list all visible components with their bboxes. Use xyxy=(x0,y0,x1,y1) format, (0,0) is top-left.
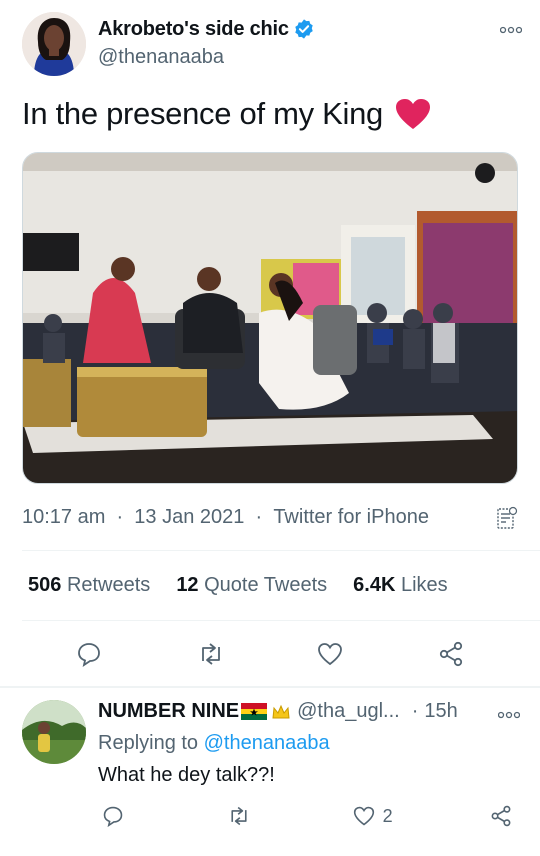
verified-badge-icon xyxy=(295,19,313,39)
divider xyxy=(22,550,540,551)
retweet-icon[interactable] xyxy=(197,640,225,668)
share-icon[interactable] xyxy=(438,640,466,668)
tweet-photo[interactable] xyxy=(22,152,518,484)
crown-icon xyxy=(272,704,290,718)
author-handle[interactable]: @thenanaaba xyxy=(98,46,315,69)
reply-like-count: 2 xyxy=(382,805,393,826)
red-heart-icon xyxy=(395,99,430,129)
reply-avatar[interactable] xyxy=(22,700,86,764)
tweet-action-bar xyxy=(22,640,518,668)
reply-icon[interactable] xyxy=(76,640,104,668)
tweet-source[interactable]: Twitter for iPhone xyxy=(273,506,429,529)
more-options-icon[interactable] xyxy=(500,22,522,38)
reply-header: NUMBER NINE @tha_ugl... · 15h xyxy=(98,700,458,723)
retweet-icon[interactable] xyxy=(227,802,255,830)
reply-like[interactable]: 2 xyxy=(353,802,393,830)
likes-stat[interactable]: 6.4K Likes xyxy=(353,574,448,597)
ghana-flag-icon xyxy=(241,703,268,720)
share-icon[interactable] xyxy=(490,802,518,830)
meta-dot: · xyxy=(110,506,129,528)
reply-more-icon[interactable] xyxy=(498,708,520,722)
author-block: Akrobeto's side chic @thenanaaba xyxy=(98,14,315,69)
retweets-stat[interactable]: 506 Retweets xyxy=(28,574,150,597)
reply-display-name[interactable]: NUMBER NINE xyxy=(98,700,239,723)
like-icon[interactable] xyxy=(353,805,375,827)
reply-text: What he dey talk??! xyxy=(98,764,275,786)
display-name[interactable]: Akrobeto's side chic xyxy=(98,18,289,41)
display-name-row: Akrobeto's side chic xyxy=(98,14,315,44)
author-avatar[interactable] xyxy=(22,12,86,76)
tweet-time: 10:17 am xyxy=(22,506,106,528)
reply-handle[interactable]: @tha_ugl... xyxy=(297,700,400,723)
replying-prefix: Replying to xyxy=(98,732,199,754)
tweet-body: In the presence of my King xyxy=(22,96,383,131)
like-icon[interactable] xyxy=(317,640,345,668)
tweet-stats: 506 Retweets 12 Quote Tweets 6.4K Likes xyxy=(28,574,448,597)
replying-to-handle[interactable]: @thenanaaba xyxy=(204,732,330,754)
reply-icon[interactable] xyxy=(102,802,130,830)
reply-time: 15h xyxy=(424,700,458,722)
tweet-text: In the presence of my King xyxy=(22,96,431,132)
reply-separator: · xyxy=(411,700,419,722)
tweet-header: Akrobeto's side chic @thenanaaba xyxy=(22,12,522,78)
tweet-meta: 10:17 am · 13 Jan 2021 · Twitter for iPh… xyxy=(22,506,429,529)
analytics-icon[interactable] xyxy=(496,506,518,530)
divider xyxy=(22,620,540,621)
meta-dot: · xyxy=(249,506,268,528)
tweet-date: 13 Jan 2021 xyxy=(134,506,245,528)
event-photo-illustration xyxy=(23,153,517,483)
reply-action-bar: 2 xyxy=(98,802,518,830)
reply-tweet[interactable]: NUMBER NINE @tha_ugl... · 15h Replying t… xyxy=(0,688,540,856)
replying-to: Replying to @thenanaaba xyxy=(98,732,330,755)
quote-tweets-stat[interactable]: 12 Quote Tweets xyxy=(176,574,327,597)
